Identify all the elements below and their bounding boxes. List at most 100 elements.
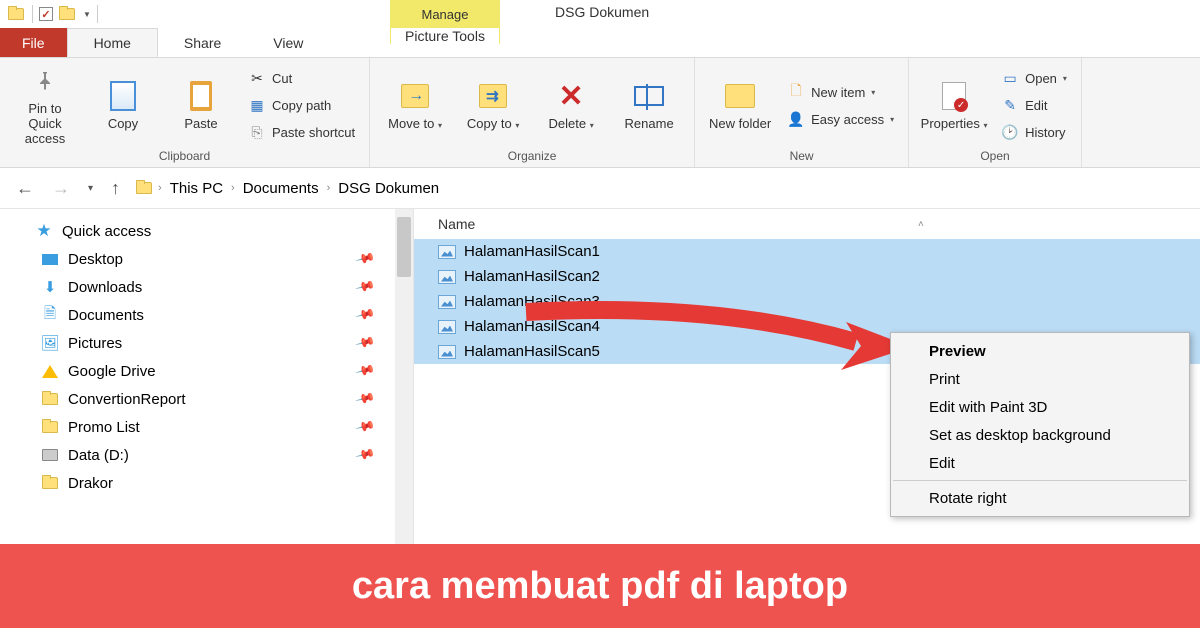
properties-label: Properties ▾: [921, 116, 988, 131]
file-row[interactable]: HalamanHasilScan2: [414, 264, 1200, 289]
tab-view[interactable]: View: [247, 28, 329, 57]
ctx-edit-paint3d[interactable]: Edit with Paint 3D: [891, 393, 1189, 421]
address-bar[interactable]: › This PC › Documents › DSG Dokumen: [134, 178, 443, 199]
pin-label: Pin to Quick access: [10, 101, 80, 146]
group-label-clipboard: Clipboard: [10, 149, 359, 165]
new-folder-button[interactable]: New folder: [705, 65, 775, 147]
tree-convertion-report[interactable]: ConvertionReport📌: [10, 385, 403, 413]
tree-pictures[interactable]: 🖼Pictures📌: [10, 329, 403, 357]
scissors-icon: ✂: [248, 70, 266, 88]
copy-button[interactable]: Copy: [88, 65, 158, 147]
tree-label: Documents: [68, 307, 144, 324]
chevron-down-icon: ▾: [590, 121, 594, 130]
folder-icon: [40, 475, 60, 491]
contextual-tab-manage[interactable]: Manage: [390, 0, 500, 28]
tab-picture-tools[interactable]: Picture Tools: [390, 28, 500, 44]
copy-to-button[interactable]: Copy to ▾: [458, 65, 528, 147]
delete-button[interactable]: ✕ Delete ▾: [536, 65, 606, 147]
chevron-down-icon: ▾: [871, 88, 875, 97]
qat-newfolder-icon[interactable]: [57, 4, 77, 24]
star-icon: ★: [34, 223, 54, 239]
group-label-organize: Organize: [380, 149, 684, 165]
open-label: Open: [1025, 71, 1057, 86]
up-button[interactable]: ↑: [107, 176, 124, 201]
tree-downloads[interactable]: ⬇Downloads📌: [10, 273, 403, 301]
tab-share[interactable]: Share: [158, 28, 247, 57]
ctx-separator: [893, 480, 1187, 481]
file-row[interactable]: HalamanHasilScan1: [414, 239, 1200, 264]
tree-promo-list[interactable]: Promo List📌: [10, 413, 403, 441]
copy-path-button[interactable]: ▦Copy path: [244, 94, 359, 118]
title-bar: ✓ ▼ Manage DSG Dokumen: [0, 0, 1200, 28]
disk-icon: [40, 447, 60, 463]
documents-icon: 🗎: [40, 307, 60, 323]
rename-icon: [633, 80, 665, 112]
tree-google-drive[interactable]: Google Drive📌: [10, 357, 403, 385]
ctx-preview[interactable]: Preview: [891, 337, 1189, 365]
paste-shortcut-button[interactable]: ⎘Paste shortcut: [244, 121, 359, 145]
addr-folder-icon: [134, 178, 154, 198]
recent-dropdown[interactable]: ▾: [84, 181, 97, 196]
file-row[interactable]: HalamanHasilScan3: [414, 289, 1200, 314]
ribbon: Pin to Quick access Copy Paste ✂Cut ▦Cop…: [0, 58, 1200, 168]
ctx-print[interactable]: Print: [891, 365, 1189, 393]
rename-button[interactable]: Rename: [614, 65, 684, 147]
open-item-button[interactable]: ▭Open ▾: [997, 67, 1071, 91]
easy-access-button[interactable]: 👤Easy access ▾: [783, 107, 898, 131]
move-to-button[interactable]: Move to ▾: [380, 65, 450, 147]
tree-label: Desktop: [68, 251, 123, 268]
tab-home[interactable]: Home: [67, 28, 158, 57]
tree-documents[interactable]: 🗎Documents📌: [10, 301, 403, 329]
image-file-icon: [438, 295, 456, 309]
qat-dropdown-icon[interactable]: ▼: [83, 10, 91, 19]
crumb-dsg[interactable]: DSG Dokumen: [334, 178, 443, 199]
copypath-icon: ▦: [248, 97, 266, 115]
rename-label: Rename: [625, 116, 674, 131]
gdrive-icon: [40, 363, 60, 379]
folder-icon: [40, 391, 60, 407]
paste-button[interactable]: Paste: [166, 65, 236, 147]
moveto-icon: [399, 80, 431, 112]
tree-drakor[interactable]: Drakor: [10, 469, 403, 497]
crumb-this-pc[interactable]: This PC: [166, 178, 227, 199]
copyto-label: Copy to ▾: [467, 116, 519, 131]
sidebar-scrollbar[interactable]: [395, 209, 413, 548]
scrollbar-thumb[interactable]: [397, 217, 411, 277]
crumb-documents[interactable]: Documents: [239, 178, 323, 199]
tree-desktop[interactable]: Desktop📌: [10, 245, 403, 273]
cut-button[interactable]: ✂Cut: [244, 67, 359, 91]
tree-label: Drakor: [68, 475, 113, 492]
new-item-button[interactable]: 🗋New item ▾: [783, 80, 898, 104]
edit-item-button[interactable]: ✎Edit: [997, 94, 1071, 118]
history-button[interactable]: 🕑History: [997, 121, 1071, 145]
properties-icon: [938, 80, 970, 112]
ctx-edit[interactable]: Edit: [891, 449, 1189, 477]
ribbon-group-organize: Move to ▾ Copy to ▾ ✕ Delete ▾ Rename Or…: [370, 58, 695, 167]
newitem-label: New item: [811, 85, 865, 100]
pin-icon: 📌: [354, 276, 376, 298]
chevron-right-icon: ›: [158, 182, 162, 194]
ribbon-tabs: File Home Share View Picture Tools: [0, 28, 1200, 58]
properties-button[interactable]: Properties ▾: [919, 65, 989, 147]
pin-quick-access-button[interactable]: Pin to Quick access: [10, 65, 80, 147]
tree-quick-access[interactable]: ★ Quick access: [10, 217, 403, 245]
tree-data-d[interactable]: Data (D:)📌: [10, 441, 403, 469]
forward-button[interactable]: →: [48, 176, 74, 201]
file-name: HalamanHasilScan3: [464, 293, 600, 310]
chevron-right-icon: ›: [327, 182, 331, 194]
ctx-set-bg[interactable]: Set as desktop background: [891, 421, 1189, 449]
tab-file[interactable]: File: [0, 28, 67, 57]
column-name[interactable]: Name: [438, 216, 918, 232]
chevron-right-icon: ›: [231, 182, 235, 194]
tree-label: Quick access: [62, 223, 151, 240]
back-button[interactable]: ←: [12, 176, 38, 201]
ribbon-group-open: Properties ▾ ▭Open ▾ ✎Edit 🕑History Open: [909, 58, 1082, 167]
group-label-open: Open: [919, 149, 1071, 165]
history-label: History: [1025, 125, 1065, 140]
edit-label: Edit: [1025, 98, 1047, 113]
qat-properties-icon[interactable]: ✓: [39, 7, 53, 21]
pin-icon: 📌: [354, 444, 376, 466]
ctx-rotate-right[interactable]: Rotate right: [891, 484, 1189, 512]
paste-shortcut-label: Paste shortcut: [272, 125, 355, 140]
qat-folder-icon[interactable]: [6, 4, 26, 24]
